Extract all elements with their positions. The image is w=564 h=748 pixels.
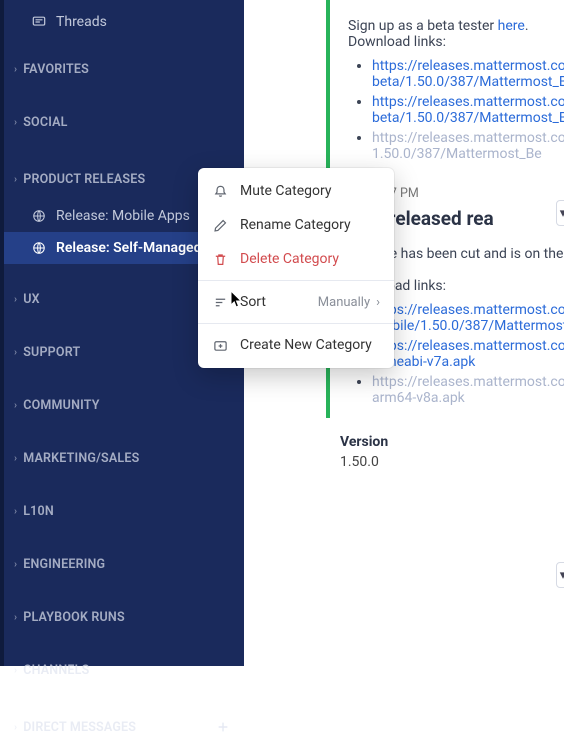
sidebar-channel-label: Release: Self-Managed [56, 240, 201, 256]
ctx-sort[interactable]: Sort Manually › [198, 285, 394, 319]
chevron-right-icon: › [14, 612, 17, 623]
scroll-indicator-mid[interactable]: ▾ [556, 562, 564, 588]
sidebar-category[interactable]: › PLAYBOOK RUNS [4, 600, 244, 635]
sidebar-category-label: FAVORITES [23, 62, 89, 77]
download-link-item: https://releases.mattermost.commobile/1.… [372, 302, 564, 334]
ctx-delete-label: Delete Category [240, 251, 339, 267]
sidebar-category-label: PLAYBOOK RUNS [23, 610, 125, 625]
ctx-sort-label: Sort [240, 294, 266, 310]
chevron-right-icon: › [14, 64, 17, 75]
globe-icon [32, 241, 46, 255]
post-top: Sign up as a beta tester here. Download … [244, 0, 564, 178]
chevron-right-icon: › [14, 347, 17, 358]
bell-icon [212, 183, 228, 199]
sidebar-category-label: COMMUNITY [23, 398, 99, 413]
threads-icon [32, 15, 46, 29]
ctx-separator [198, 323, 394, 324]
ctx-rename-category[interactable]: Rename Category [198, 208, 394, 242]
pencil-icon [212, 217, 228, 233]
sidebar-category[interactable]: › MARKETING/SALES [4, 441, 244, 476]
ctx-rename-label: Rename Category [240, 217, 351, 233]
sidebar-category[interactable]: › DIRECT MESSAGES [4, 706, 244, 748]
ctx-delete-category[interactable]: Delete Category [198, 242, 394, 276]
sidebar-channel-label: Release: Mobile Apps [56, 208, 190, 224]
sidebar-category[interactable]: › FAVORITES [4, 52, 244, 87]
post-version-value: 1.50.0 [340, 454, 564, 470]
sidebar-category[interactable]: › L10N [4, 494, 244, 529]
post-top-signup: Sign up as a beta tester here. [348, 18, 564, 34]
sidebar-category-label: SUPPORT [23, 345, 80, 360]
chevron-right-icon: › [14, 294, 17, 305]
sort-icon [212, 294, 228, 310]
chevron-right-icon: › [14, 665, 17, 676]
sidebar-category[interactable]: › COMMUNITY [4, 388, 244, 423]
ctx-separator [198, 280, 394, 281]
sidebar-category[interactable]: › ENGINEERING [4, 547, 244, 582]
download-link[interactable]: https://releases.mattermost.com [372, 374, 564, 390]
sidebar-category-label: PRODUCT RELEASES [23, 172, 145, 187]
ctx-mute-label: Mute Category [240, 183, 332, 199]
chevron-right-icon: › [14, 722, 17, 733]
download-link[interactable]: arm64-v8a.apk [372, 390, 465, 406]
folder-plus-icon [212, 337, 228, 353]
download-link[interactable]: https://releases.mattermost.com [372, 302, 564, 318]
download-link-item: https://releases.mattermost.combeta/1.50… [372, 94, 564, 126]
ctx-create-category[interactable]: Create New Category [198, 328, 394, 362]
post-top-download-label: Download links: [348, 34, 564, 50]
scroll-indicator-top[interactable]: ▾ [556, 200, 564, 226]
download-link-item: https://releases.mattermost.combeta/1.50… [372, 58, 564, 90]
sidebar-threads-label: Threads [56, 14, 107, 30]
download-link[interactable]: https://releases.mattermost.com [372, 58, 564, 74]
chevron-right-icon: › [14, 559, 17, 570]
post-accent-bar [326, 0, 330, 178]
sidebar-category-label: UX [23, 292, 40, 307]
sidebar-category-label: DIRECT MESSAGES [23, 720, 136, 735]
category-context-menu: Mute Category Rename Category Delete Cat… [198, 168, 394, 368]
download-link[interactable]: beta/1.50.0/387/Mattermost_Be [372, 110, 564, 126]
download-link[interactable]: beta/1.50.0/387/Mattermost_Be [372, 74, 564, 90]
category-add-button[interactable] [212, 716, 234, 738]
post-version: Version 1.50.0 [244, 418, 564, 470]
beta-signup-link[interactable]: here [498, 18, 525, 34]
sidebar-category[interactable]: › SOCIAL [4, 105, 244, 140]
post-version-key: Version [340, 434, 564, 450]
chevron-right-icon: › [14, 506, 17, 517]
sidebar-category-label: ENGINEERING [23, 557, 105, 572]
ctx-sort-value: Manually [318, 295, 370, 310]
download-link-item: https://releases.mattermost.comarmeabi-v… [372, 338, 564, 370]
sidebar-category-label: L10N [23, 504, 54, 519]
chevron-right-icon: › [14, 117, 17, 128]
download-link[interactable]: https://releases.mattermost.com [372, 130, 564, 146]
download-link-item: https://releases.mattermost.com1.50.0/38… [372, 130, 564, 162]
download-link[interactable]: https://releases.mattermost.com [372, 94, 564, 110]
download-link[interactable]: mobile/1.50.0/387/Mattermost.a [372, 318, 564, 334]
globe-icon [32, 209, 46, 223]
sidebar-category-label: MARKETING/SALES [23, 451, 139, 466]
download-link-item: https://releases.mattermost.comarm64-v8a… [372, 374, 564, 406]
sidebar-category-label: SOCIAL [23, 115, 67, 130]
chevron-right-icon: › [14, 453, 17, 464]
download-link[interactable]: 1.50.0/387/Mattermost_Be [372, 146, 542, 162]
chevron-right-icon: › [14, 400, 17, 411]
chevron-right-icon: › [14, 174, 17, 185]
download-link[interactable]: https://releases.mattermost.com [372, 338, 564, 354]
sidebar-threads[interactable]: Threads [4, 6, 244, 38]
chevron-right-icon: › [376, 295, 380, 310]
sidebar-category[interactable]: › CHANNELS [4, 653, 244, 688]
trash-icon [212, 251, 228, 267]
sidebar-category-label: CHANNELS [23, 663, 89, 678]
ctx-create-label: Create New Category [240, 337, 372, 353]
ctx-mute-category[interactable]: Mute Category [198, 174, 394, 208]
